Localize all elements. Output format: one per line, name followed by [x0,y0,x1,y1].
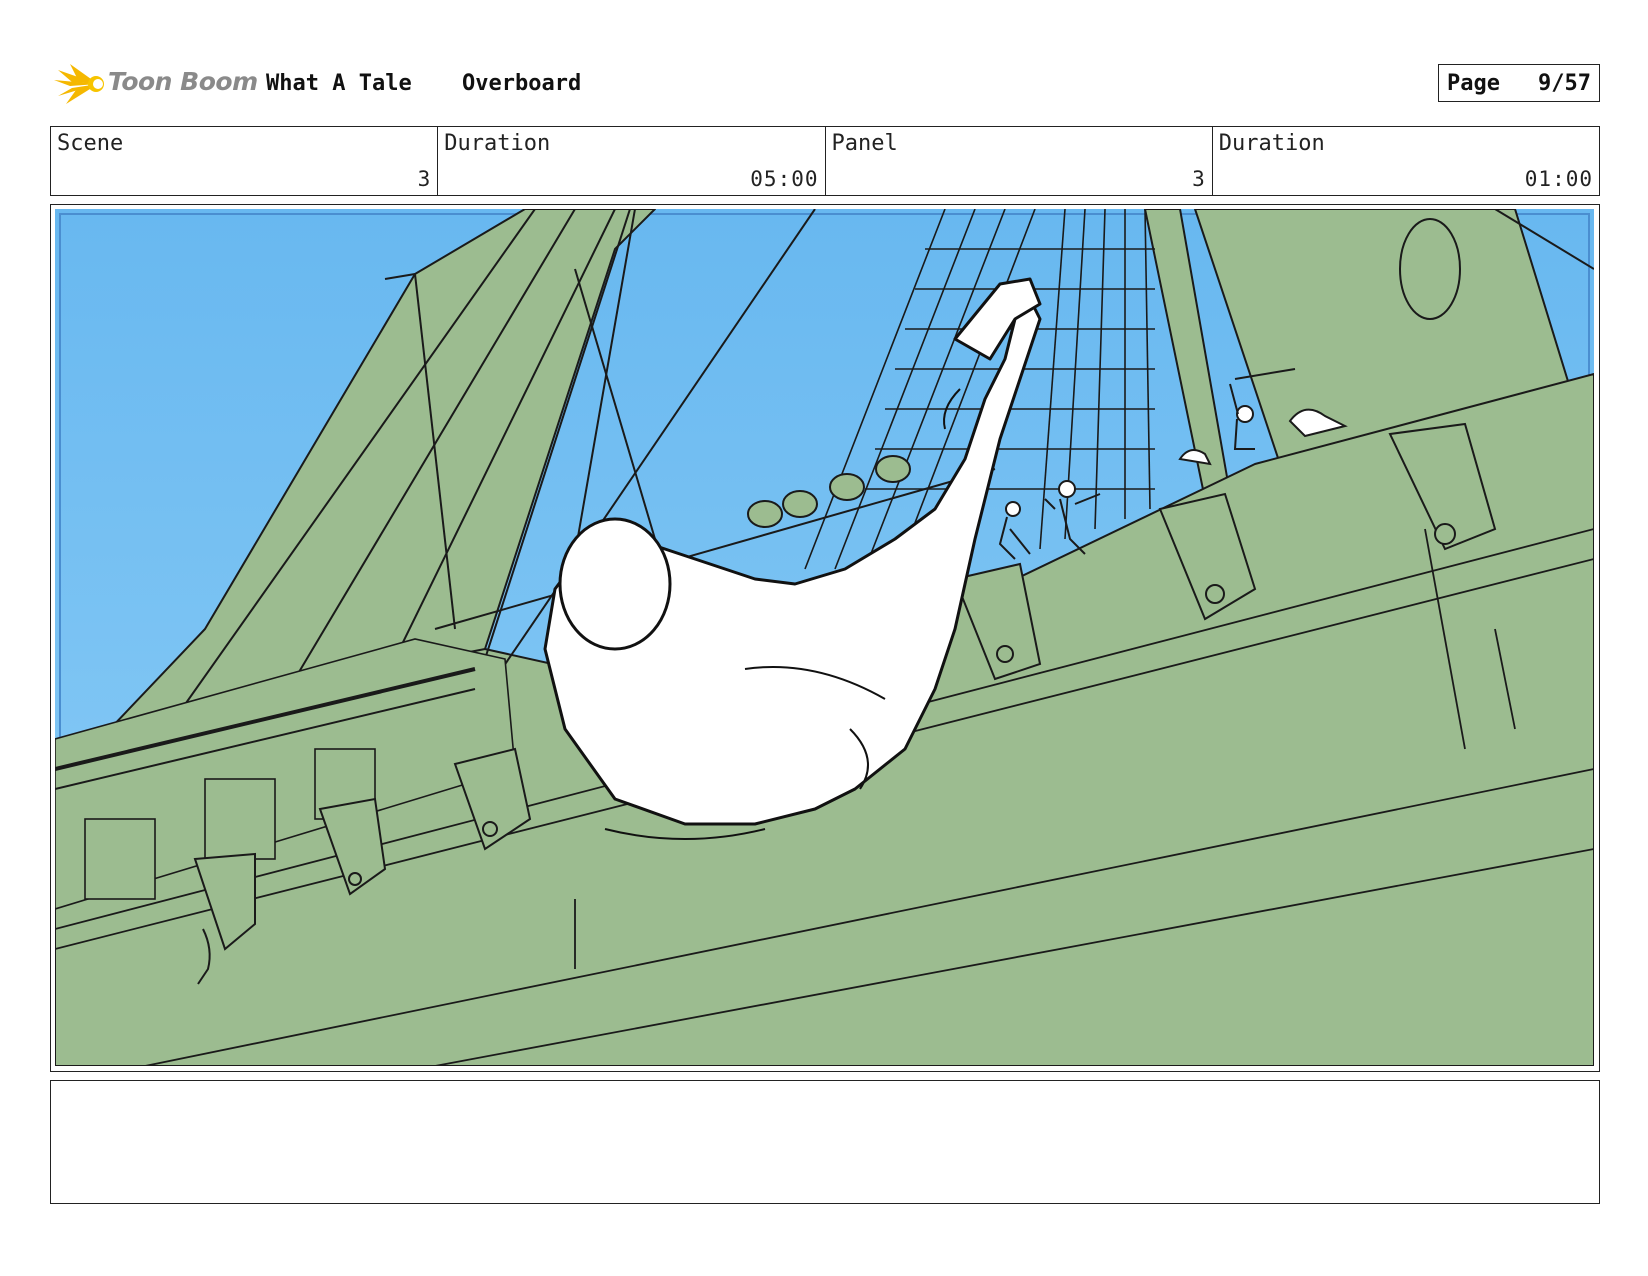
scene-value: 3 [417,167,432,191]
scene-duration-label: Duration [444,131,551,156]
panel-duration-cell: Duration 01:00 [1213,127,1599,195]
logo-text: Toon Boom [108,67,258,96]
project-title: What A Tale [266,71,412,96]
panel-artwork [55,209,1594,1066]
panel-cell: Panel 3 [826,127,1213,195]
panel-value: 3 [1192,167,1206,191]
panel-label: Panel [831,131,898,156]
scene-label: Scene [57,131,124,156]
scene-duration-cell: Duration 05:00 [438,127,826,195]
scene-cell: Scene 3 [51,127,439,195]
page-number: 9/57 [1538,71,1591,96]
panel-notes-box [50,1080,1600,1204]
page-header: Toon Boom What A Tale Overboard Page 9/5… [52,58,1600,110]
panel-duration-value: 01:00 [1524,167,1593,191]
episode-title: Overboard [462,71,582,96]
toon-boom-logo: Toon Boom [52,58,258,110]
storyboard-panel [50,204,1600,1072]
panel-duration-label: Duration [1218,131,1325,156]
sunburst-icon [54,64,104,104]
scene-duration-value: 05:00 [750,167,819,191]
page-indicator: Page 9/57 [1438,64,1600,102]
scene-info-row: Scene 3 Duration 05:00 Panel 3 Duration … [50,126,1600,196]
ship-scene-illustration [55,209,1594,1066]
page-label: Page [1447,71,1500,96]
